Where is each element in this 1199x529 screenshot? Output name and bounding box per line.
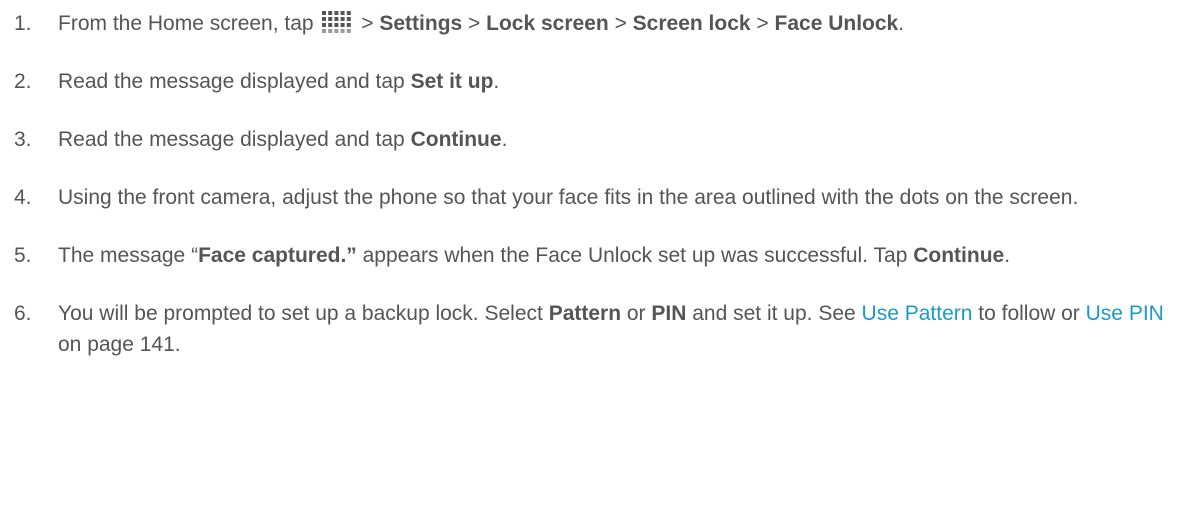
step-emphasis: Set it up bbox=[410, 70, 494, 93]
step-text: Read the message displayed and tap bbox=[58, 128, 411, 151]
step-emphasis: Face captured.” bbox=[198, 244, 357, 267]
step-item: 5. The message “Face captured.” appears w… bbox=[14, 240, 1184, 271]
step-text: . bbox=[501, 128, 508, 151]
step-text: From the Home screen, tap bbox=[58, 12, 320, 35]
step-text: > bbox=[462, 12, 487, 35]
cross-reference-link[interactable]: Use Pattern bbox=[862, 302, 973, 325]
step-emphasis: Continue bbox=[913, 244, 1005, 267]
step-text: You will be prompted to set up a backup … bbox=[58, 302, 549, 325]
instruction-list: 1. From the Home screen, tap > Settings >… bbox=[14, 8, 1184, 360]
step-emphasis: Lock screen bbox=[486, 12, 609, 35]
step-emphasis: PIN bbox=[651, 302, 687, 325]
step-text: Using the front camera, adjust the phone… bbox=[58, 186, 1079, 209]
cross-reference-link[interactable]: Use PIN bbox=[1086, 302, 1164, 325]
step-emphasis: Face Unlock bbox=[774, 12, 899, 35]
step-text: . bbox=[493, 70, 500, 93]
step-text: Read the message displayed and tap bbox=[58, 70, 411, 93]
step-item: 1. From the Home screen, tap > Settings >… bbox=[14, 8, 1184, 39]
step-number: 3. bbox=[14, 128, 32, 151]
step-text: on page 141. bbox=[58, 333, 181, 356]
step-item: 3. Read the message displayed and tap Con… bbox=[14, 124, 1184, 155]
step-item: 2. Read the message displayed and tap Set… bbox=[14, 66, 1184, 97]
step-text: or bbox=[621, 302, 652, 325]
step-text: > bbox=[750, 12, 775, 35]
step-number: 4. bbox=[14, 186, 32, 209]
step-number: 6. bbox=[14, 302, 32, 325]
step-text: > bbox=[608, 12, 633, 35]
step-item: 6. You will be prompted to set up a backu… bbox=[14, 298, 1184, 360]
step-text: appears when the Face Unlock set up was … bbox=[356, 244, 914, 267]
step-text: and set it up. See bbox=[686, 302, 862, 325]
step-number: 2. bbox=[14, 70, 32, 93]
step-number: 1. bbox=[14, 12, 32, 35]
step-text: > bbox=[355, 12, 380, 35]
step-emphasis: Pattern bbox=[548, 302, 622, 325]
step-emphasis: Settings bbox=[379, 12, 463, 35]
step-text: . bbox=[898, 12, 905, 35]
step-text: to follow or bbox=[972, 302, 1086, 325]
step-number: 5. bbox=[14, 244, 32, 267]
step-text: . bbox=[1004, 244, 1011, 267]
step-emphasis: Continue bbox=[410, 128, 502, 151]
step-emphasis: Screen lock bbox=[632, 12, 751, 35]
step-text: The message “ bbox=[58, 244, 199, 267]
step-item: 4. Using the front camera, adjust the pho… bbox=[14, 182, 1184, 213]
apps-icon bbox=[321, 10, 353, 34]
